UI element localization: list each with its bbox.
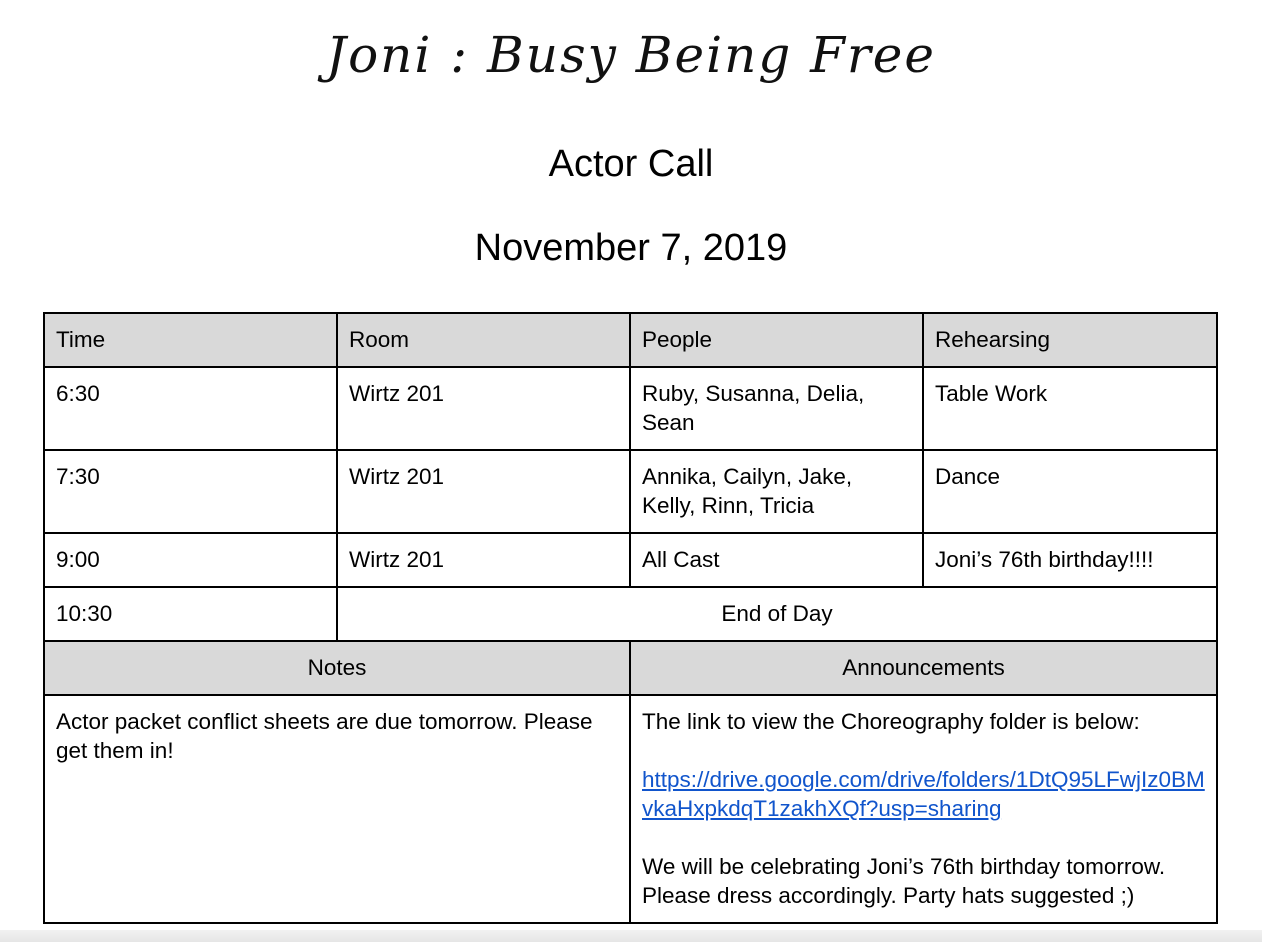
notes-row: Actor packet conflict sheets are due tom…	[43, 694, 1218, 924]
notes-header-row: Notes Announcements	[43, 640, 1218, 696]
time-cell: 10:30	[43, 586, 338, 642]
people-cell: Ruby, Susanna, Delia, Sean	[629, 366, 924, 451]
time-cell: 9:00	[43, 532, 338, 588]
rehearsing-cell: Joni’s 76th birthday!!!!	[922, 532, 1218, 588]
room-cell: Wirtz 201	[336, 366, 631, 451]
document-page: Joni : Busy Being Free Actor Call Novemb…	[0, 0, 1262, 930]
table-header-row: Time Room People Rehearsing	[43, 312, 1218, 368]
table-row: 6:30 Wirtz 201 Ruby, Susanna, Delia, Sea…	[43, 366, 1218, 451]
announcement-message: We will be celebrating Joni’s 76th birth…	[642, 854, 1166, 908]
rehearsing-cell: Table Work	[922, 366, 1218, 451]
time-cell: 7:30	[43, 449, 338, 534]
announcement-intro: The link to view the Choreography folder…	[642, 709, 1140, 734]
choreography-folder-link[interactable]: https://drive.google.com/drive/folders/1…	[642, 767, 1205, 821]
table-row: 9:00 Wirtz 201 All Cast Joni’s 76th birt…	[43, 532, 1218, 588]
room-cell: Wirtz 201	[336, 532, 631, 588]
notes-heading: Notes	[43, 640, 631, 696]
room-cell: Wirtz 201	[336, 449, 631, 534]
page-bottom-edge	[0, 930, 1262, 942]
time-cell: 6:30	[43, 366, 338, 451]
table-row: 7:30 Wirtz 201 Annika, Cailyn, Jake, Kel…	[43, 449, 1218, 534]
people-cell: All Cast	[629, 532, 924, 588]
notes-text: Actor packet conflict sheets are due tom…	[56, 709, 593, 763]
page-date: November 7, 2019	[474, 227, 788, 269]
column-header-room: Room	[336, 312, 631, 368]
page-title: Actor Call	[548, 143, 714, 185]
announcements-cell: The link to view the Choreography folder…	[629, 694, 1218, 924]
announcements-heading: Announcements	[629, 640, 1218, 696]
end-of-day-cell: End of Day	[336, 586, 1218, 642]
rehearsing-cell: Dance	[922, 449, 1218, 534]
column-header-rehearsing: Rehearsing	[922, 312, 1218, 368]
people-cell: Annika, Cailyn, Jake, Kelly, Rinn, Trici…	[629, 449, 924, 534]
schedule-table: Time Room People Rehearsing 6:30 Wirtz 2…	[43, 312, 1218, 924]
logo-text: Joni : Busy Being Free	[326, 26, 936, 84]
column-header-people: People	[629, 312, 924, 368]
end-of-day-row: 10:30 End of Day	[43, 586, 1218, 642]
column-header-time: Time	[43, 312, 338, 368]
notes-cell: Actor packet conflict sheets are due tom…	[43, 694, 631, 924]
